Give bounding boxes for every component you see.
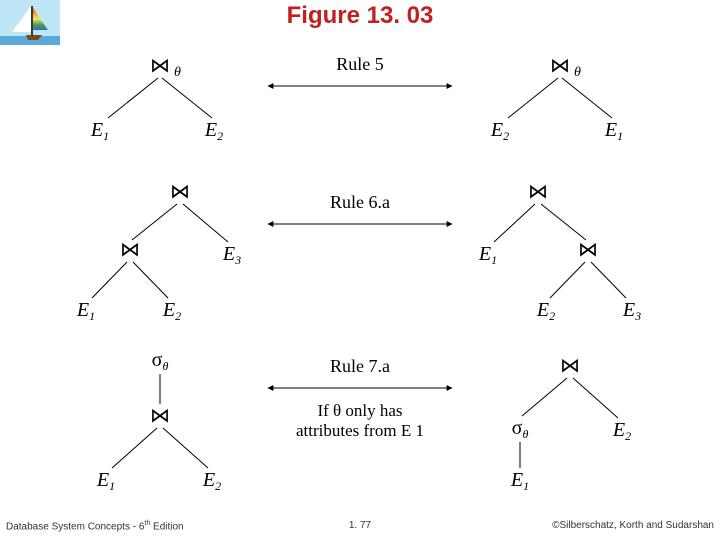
svg-text:E3: E3 <box>622 299 641 323</box>
svg-text:⋈: ⋈ <box>578 239 598 261</box>
tree-r2-right: ⋈ E1 ⋈ E2 E3 <box>478 181 641 323</box>
tree-r2-left: ⋈ E3 ⋈ E1 E2 <box>76 181 241 323</box>
if-theta-line2: attributes from E 1 <box>296 421 424 440</box>
svg-text:θ: θ <box>574 65 581 80</box>
svg-text:θ: θ <box>174 65 181 80</box>
svg-text:E3: E3 <box>222 243 241 267</box>
svg-text:⋈: ⋈ <box>150 405 170 427</box>
if-theta-line1: If θ only has <box>317 401 402 420</box>
svg-text:E1: E1 <box>604 119 623 143</box>
svg-text:E1: E1 <box>76 299 95 323</box>
svg-text:E2: E2 <box>202 469 221 493</box>
label-rule6a: Rule 6.a <box>330 192 390 212</box>
svg-text:⋈: ⋈ <box>120 239 140 261</box>
tree-r3-left: σθ ⋈ E1 E2 <box>96 349 221 493</box>
footer-right: ©Silberschatz, Korth and Sudarshan <box>552 520 714 531</box>
svg-text:E1: E1 <box>96 469 115 493</box>
svg-text:σθ: σθ <box>152 349 169 373</box>
svg-text:⋈: ⋈ <box>150 55 170 77</box>
page-title: Figure 13. 03 <box>0 2 720 30</box>
svg-text:⋈: ⋈ <box>550 55 570 77</box>
svg-text:⋈: ⋈ <box>170 181 190 203</box>
svg-text:E2: E2 <box>490 119 509 143</box>
label-rule7a: Rule 7.a <box>330 356 390 376</box>
svg-text:E2: E2 <box>536 299 555 323</box>
svg-text:σθ: σθ <box>512 417 529 441</box>
svg-text:E2: E2 <box>204 119 223 143</box>
figure-content: ⋈ θ E1 E2 Rule 5 ⋈ θ E2 E1 ⋈ E3 ⋈ E1 E2 … <box>0 48 720 518</box>
svg-text:E2: E2 <box>162 299 181 323</box>
footer: Database System Concepts - 6th Edition 1… <box>0 520 720 536</box>
svg-text:E1: E1 <box>510 469 529 493</box>
tree-r1-left: ⋈ θ E1 E2 <box>90 55 223 143</box>
svg-text:⋈: ⋈ <box>560 355 580 377</box>
svg-text:E2: E2 <box>612 419 631 443</box>
svg-text:E1: E1 <box>478 243 497 267</box>
tree-r3-right: ⋈ E2 σθ E1 <box>510 355 631 493</box>
svg-text:E1: E1 <box>90 119 109 143</box>
svg-text:⋈: ⋈ <box>528 181 548 203</box>
tree-r1-right: ⋈ θ E2 E1 <box>490 55 623 143</box>
label-rule5: Rule 5 <box>336 54 384 74</box>
